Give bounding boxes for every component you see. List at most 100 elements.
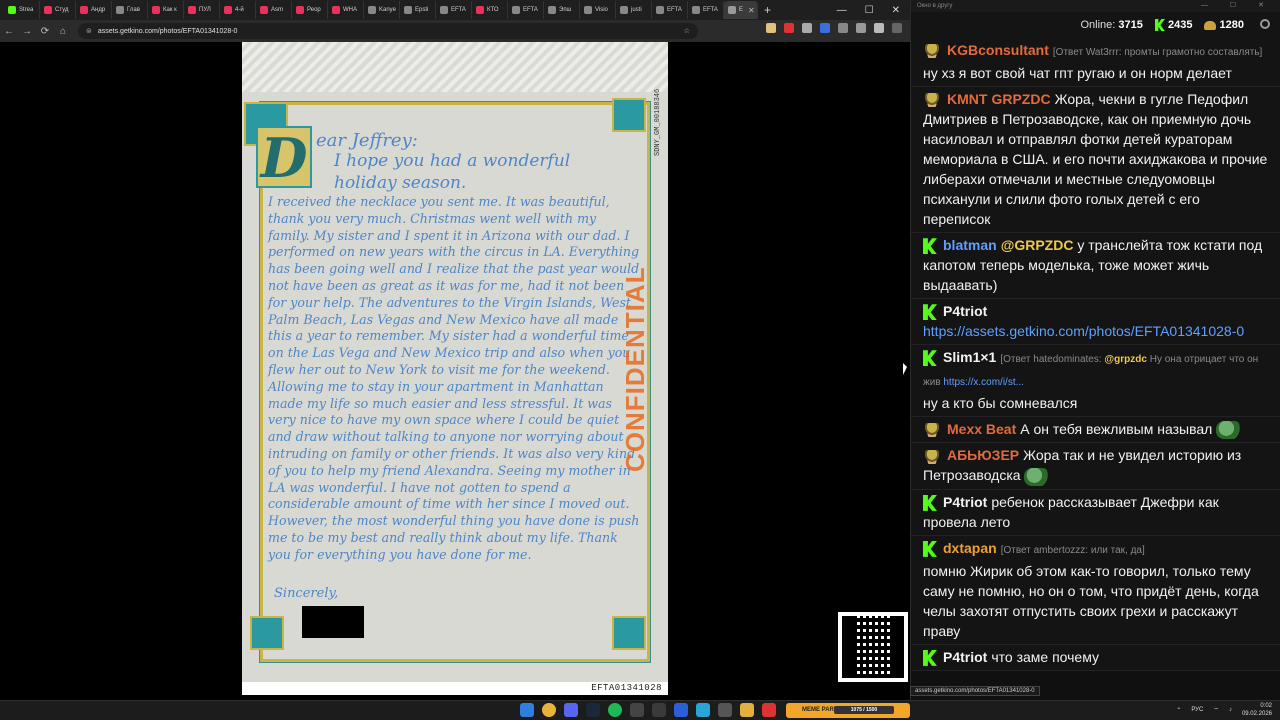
network-icon[interactable]: ⌔ — [1213, 706, 1219, 714]
tab-label: Asm — [271, 7, 283, 13]
reply-link[interactable]: https://x.com/i/st... — [943, 377, 1024, 388]
minimize-button[interactable]: — — [837, 5, 847, 16]
browser-tab[interactable]: Epsti — [400, 1, 436, 19]
discord-icon[interactable] — [564, 703, 578, 717]
address-bar[interactable]: ⊜ assets.getkino.com/photos/EFTA01341028… — [78, 23, 698, 39]
close-button[interactable]: ✕ — [892, 5, 900, 16]
chat-username[interactable]: P4triot — [943, 494, 987, 510]
chat-message[interactable]: P4triot ребенок рассказывает Джефри как п… — [911, 489, 1280, 536]
steam-icon[interactable] — [586, 703, 600, 717]
chat-username[interactable]: KMNT — [947, 91, 987, 107]
browser-tab[interactable]: ПУЛ — [184, 1, 220, 19]
profile-icon[interactable] — [874, 23, 884, 33]
chat-message[interactable]: KMNT GRPZDC Жора, чекни в гугле Педофил Дм… — [911, 87, 1280, 233]
meme-party-widget[interactable]: MEME PARTY 1075 / 1500 — [786, 703, 910, 718]
app-icon[interactable] — [762, 703, 776, 717]
chat-username[interactable]: P4triot — [943, 303, 987, 319]
chrome-icon[interactable] — [542, 703, 556, 717]
letter-intro: I hope you had a wonderful holiday seaso… — [334, 151, 571, 193]
back-button[interactable]: ← — [0, 26, 18, 37]
home-button[interactable]: ⌂ — [54, 26, 72, 37]
site-info-icon[interactable]: ⊜ — [86, 27, 92, 35]
app-icon[interactable] — [674, 703, 688, 717]
chat-username-secondary[interactable]: GRPZDC — [991, 91, 1050, 107]
maximize-button[interactable]: ☐ — [865, 5, 874, 16]
reload-button[interactable]: ⟳ — [36, 26, 54, 37]
puzzle-icon[interactable] — [838, 23, 848, 33]
app-icon[interactable] — [652, 703, 666, 717]
tab-close-icon[interactable]: ✕ — [748, 6, 755, 15]
telegram-icon[interactable] — [696, 703, 710, 717]
browser-tab[interactable]: EFTA — [436, 1, 472, 19]
chat-message[interactable]: P4triot https://assets.getkino.com/photos… — [911, 299, 1280, 345]
reply-context[interactable]: [Ответ ambertozzz: или так, да] — [1001, 545, 1145, 556]
browser-tab[interactable]: Asm — [256, 1, 292, 19]
browser-tab[interactable]: WHA — [328, 1, 364, 19]
app-icon[interactable] — [718, 703, 732, 717]
browser-tab[interactable]: EFTA — [652, 1, 688, 19]
browser-tab[interactable]: Студ — [40, 1, 76, 19]
chat-window-controls[interactable]: — ☐ ✕ — [1201, 0, 1274, 12]
chat-username[interactable]: АБЬЮЗЕР — [947, 447, 1019, 463]
browser-tab[interactable]: Глав — [112, 1, 148, 19]
browser-tab[interactable]: justi — [616, 1, 652, 19]
browser-tab[interactable]: Эпш — [544, 1, 580, 19]
tray-chevron-icon[interactable]: ⌃ — [1176, 707, 1181, 714]
menu-icon[interactable] — [892, 23, 902, 33]
chat-message[interactable]: P4triot что заме почему — [911, 644, 1280, 671]
extension-icon[interactable] — [820, 23, 830, 33]
chat-message-list[interactable]: KGBconsultant [Ответ Wat3rrr: промты грам… — [911, 38, 1280, 671]
bookmark-star-icon[interactable]: ☆ — [684, 27, 690, 35]
spotify-icon[interactable] — [608, 703, 622, 717]
browser-tab[interactable]: EFTA — [508, 1, 544, 19]
extension-icon[interactable] — [802, 23, 812, 33]
reply-context[interactable]: [Ответ Wat3rrr: промты грамотно составля… — [1053, 47, 1262, 58]
folder-icon[interactable] — [740, 703, 754, 717]
clock[interactable]: 0:02 09.02.2026 — [1242, 702, 1272, 718]
chat-username[interactable]: blatman — [943, 237, 997, 253]
chat-link[interactable]: https://assets.getkino.com/photos/EFTA01… — [923, 323, 1244, 339]
chat-username[interactable]: Slim1×1 — [943, 349, 996, 365]
chat-mention[interactable]: @GRPZDC — [1001, 237, 1074, 253]
language-indicator[interactable]: РУС — [1191, 707, 1203, 713]
chat-username[interactable]: dxtapan — [943, 540, 997, 556]
forward-button[interactable]: → — [18, 26, 36, 37]
tab-favicon-icon — [404, 6, 412, 14]
extension-icon[interactable] — [784, 23, 794, 33]
new-tab-button[interactable]: + — [764, 3, 771, 17]
browser-tab[interactable]: 4-й — [220, 1, 256, 19]
chat-username[interactable]: Mexx Beat — [947, 421, 1016, 437]
volume-icon[interactable]: ♪ — [1229, 707, 1232, 713]
chat-message[interactable]: Mexx Beat А он тебя вежливым называл — [911, 417, 1280, 444]
chat-message[interactable]: АБЬЮЗЕР Жора так и не увидел историю из П… — [911, 443, 1280, 490]
url-text[interactable]: assets.getkino.com/photos/EFTA01341028-0 — [98, 28, 238, 35]
browser-tab[interactable]: Андр — [76, 1, 112, 19]
browser-tab[interactable]: Как к — [148, 1, 184, 19]
chat-panel: Окно в другу — ☐ ✕ Online: 3715 2435 128… — [910, 0, 1280, 700]
browser-tab[interactable]: КТО — [472, 1, 508, 19]
browser-tab[interactable]: Реор — [292, 1, 328, 19]
windows-start-icon[interactable] — [520, 703, 534, 717]
browser-tab[interactable]: Visio — [580, 1, 616, 19]
reply-mention[interactable]: @grpzdc — [1104, 354, 1147, 365]
obs-icon[interactable] — [630, 703, 644, 717]
chat-username[interactable]: P4triot — [943, 649, 987, 665]
browser-tab[interactable]: Strea — [4, 1, 40, 19]
browser-tab-active[interactable]: E ✕ — [724, 1, 758, 19]
download-icon[interactable] — [856, 23, 866, 33]
chat-message[interactable]: blatman @GRPZDC у транслейта тож кстати п… — [911, 233, 1280, 299]
chat-username[interactable]: KGBconsultant — [947, 42, 1049, 58]
browser-tab[interactable]: Kanye — [364, 1, 400, 19]
extension-icon[interactable] — [766, 23, 776, 33]
chat-window-title: Окно в другу — ☐ ✕ — [911, 0, 1280, 12]
drop-cap: D — [256, 126, 312, 188]
chat-message[interactable]: dxtapan [Ответ ambertozzz: или так, да] по… — [911, 535, 1280, 645]
chat-message[interactable]: KGBconsultant [Ответ Wat3rrr: промты грам… — [911, 38, 1280, 87]
settings-icon[interactable] — [1260, 19, 1270, 29]
letter-signoff: Sincerely, — [274, 586, 339, 601]
mouse-cursor-icon — [903, 363, 907, 375]
chat-message[interactable]: Slim1×1 [Ответ hatedominates: @grpzdc Ну … — [911, 345, 1280, 417]
tab-label: Как к — [163, 7, 177, 13]
browser-tab[interactable]: EFTA — [688, 1, 724, 19]
browser-window: Strea Студ Андр Глав Как к ПУЛ 4-й Asm Реор WHA Ka… — [0, 0, 910, 700]
